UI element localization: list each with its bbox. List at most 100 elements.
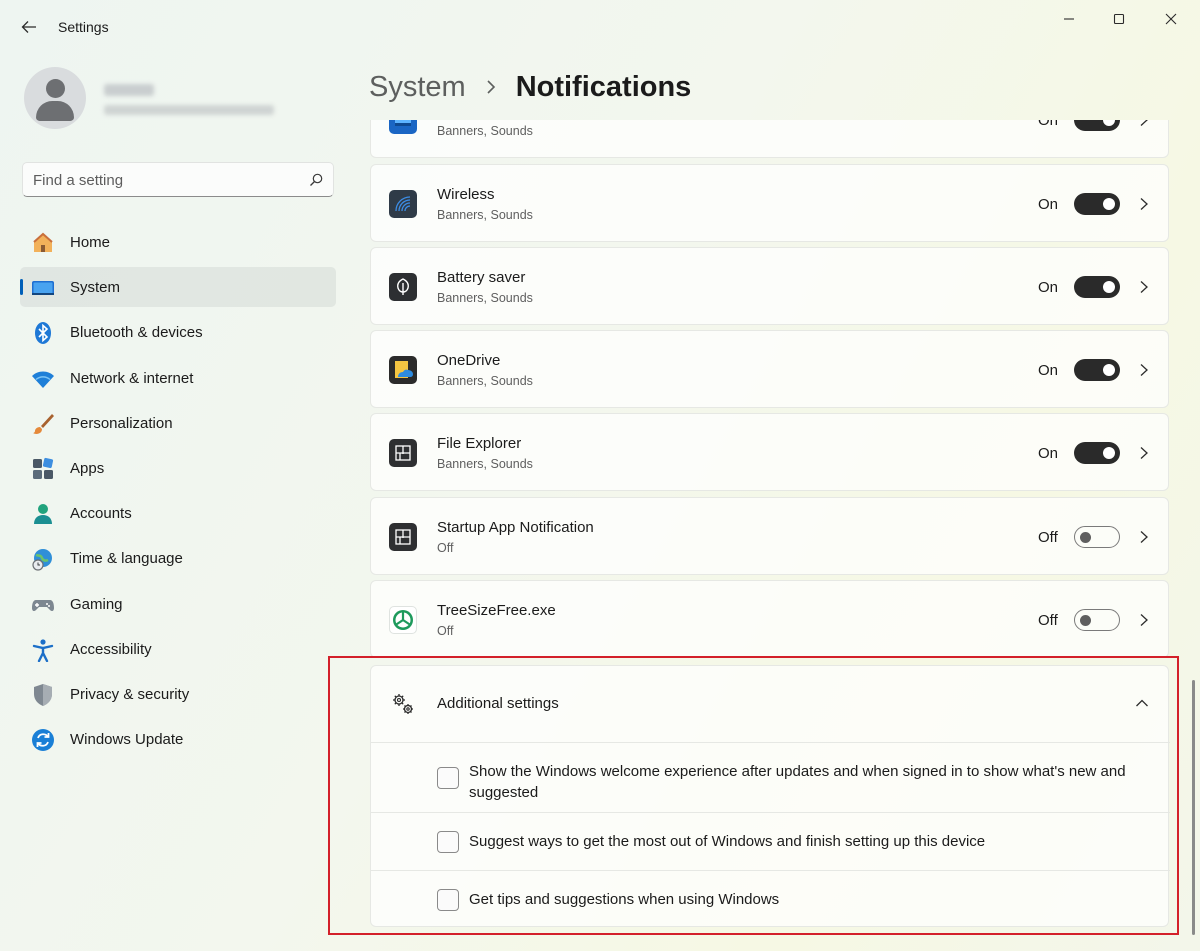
apps-icon <box>31 457 55 481</box>
globe-clock-icon <box>31 547 55 571</box>
app-notification-types: Banners, Sounds <box>437 208 533 222</box>
sidebar-item-accessibility[interactable]: Accessibility <box>20 629 336 669</box>
title-bar: Settings <box>0 0 1200 52</box>
sidebar-item-label: Personalization <box>70 414 173 432</box>
toggle-state-label: Off <box>1038 612 1058 629</box>
sidebar-item-network[interactable]: Network & internet <box>20 358 336 398</box>
update-icon <box>31 728 55 752</box>
app-name: Battery saver <box>437 269 526 286</box>
notification-toggle[interactable] <box>1074 193 1120 215</box>
maximize-icon <box>1113 13 1125 25</box>
app-notification-row[interactable]: File Explorer Banners, Sounds On <box>370 413 1169 491</box>
app-notification-types: Banners, Sounds <box>437 124 533 138</box>
chevron-right-icon[interactable] <box>1138 280 1150 294</box>
sidebar-item-apps[interactable]: Apps <box>20 448 336 488</box>
maximize-button[interactable] <box>1096 6 1142 32</box>
battery-saver-icon <box>389 273 417 301</box>
app-notification-row[interactable]: Battery saver Banners, Sounds On <box>370 247 1169 325</box>
sidebar-item-label: Gaming <box>70 595 123 613</box>
sidebar-item-label: System <box>70 279 121 297</box>
app-notification-types: Banners, Sounds <box>437 291 533 305</box>
chevron-right-icon[interactable] <box>1138 446 1150 460</box>
close-icon <box>1165 13 1177 25</box>
toggle-state-label: Off <box>1038 529 1058 546</box>
sidebar-item-gaming[interactable]: Gaming <box>20 584 336 624</box>
breadcrumb: System Notifications <box>369 66 691 108</box>
app-name: File Explorer <box>437 435 522 452</box>
settings-window: Settings Home <box>0 0 1200 951</box>
wireless-icon <box>389 190 417 218</box>
app-name: TreeSizeFree.exe <box>437 602 556 619</box>
sidebar-item-label: Bluetooth & devices <box>70 324 203 342</box>
close-button[interactable] <box>1148 6 1194 32</box>
app-notification-row[interactable]: Wireless Banners, Sounds On <box>370 164 1169 242</box>
sidebar-item-privacy[interactable]: Privacy & security <box>20 674 336 714</box>
back-button[interactable] <box>16 14 42 40</box>
avatar[interactable] <box>24 67 86 129</box>
scrollbar[interactable] <box>1192 680 1195 935</box>
search-icon[interactable] <box>308 172 324 188</box>
app-icon <box>389 120 417 134</box>
sidebar-nav: Home System Bluetooth & devices Network … <box>20 222 336 764</box>
toggle-knob <box>1080 532 1091 543</box>
home-icon <box>31 231 55 255</box>
system-icon <box>31 276 55 300</box>
app-notification-types: Banners, Sounds <box>437 457 533 471</box>
app-notification-types: Off <box>437 541 454 555</box>
toggle-state-label: On <box>1038 445 1059 462</box>
sidebar-item-time-language[interactable]: Time & language <box>20 538 336 578</box>
back-arrow-icon <box>21 21 36 33</box>
app-title: Settings <box>58 19 109 35</box>
sidebar-item-label: Privacy & security <box>70 685 190 703</box>
sidebar-item-accounts[interactable]: Accounts <box>20 493 336 533</box>
chevron-right-icon[interactable] <box>1138 530 1150 544</box>
app-notification-types: Off <box>437 624 454 638</box>
notification-toggle[interactable] <box>1074 276 1120 298</box>
notification-toggle[interactable] <box>1074 359 1120 381</box>
notification-toggle[interactable] <box>1074 526 1120 548</box>
wifi-icon <box>31 367 55 391</box>
toggle-state-label: On <box>1038 362 1059 379</box>
chevron-right-icon <box>486 77 500 97</box>
page-title: Notifications <box>515 70 692 103</box>
toggle-knob <box>1103 120 1115 126</box>
notification-toggle[interactable] <box>1074 120 1120 131</box>
chevron-right-icon[interactable] <box>1138 363 1150 377</box>
sidebar-item-label: Accessibility <box>70 640 152 658</box>
breadcrumb-parent[interactable]: System <box>369 71 466 104</box>
notification-toggle[interactable] <box>1074 442 1120 464</box>
sidebar-item-label: Home <box>70 234 111 251</box>
app-notification-row[interactable]: OneDrive Banners, Sounds On <box>370 330 1169 408</box>
file-explorer-icon <box>389 439 417 467</box>
minimize-icon <box>1064 18 1074 20</box>
onedrive-icon <box>389 356 417 384</box>
toggle-state-label: On <box>1038 279 1059 296</box>
sidebar-item-label: Time & language <box>70 550 183 568</box>
sidebar-item-system[interactable]: System <box>20 267 336 308</box>
sidebar-item-bluetooth[interactable]: Bluetooth & devices <box>20 312 336 352</box>
highlight-box <box>328 656 1179 935</box>
notification-toggle[interactable] <box>1074 609 1120 631</box>
sidebar-item-home[interactable]: Home <box>20 222 336 262</box>
sidebar-item-label: Accounts <box>70 505 132 523</box>
search-input[interactable] <box>33 170 293 190</box>
user-name-redacted <box>104 84 154 96</box>
chevron-right-icon[interactable] <box>1138 613 1150 627</box>
sidebar-item-personalization[interactable]: Personalization <box>20 403 336 443</box>
chevron-right-icon[interactable] <box>1138 197 1150 211</box>
app-notification-row[interactable]: Startup App Notification Off Off <box>370 497 1169 575</box>
sidebar-item-label: Windows Update <box>70 731 184 749</box>
avatar-head <box>46 79 65 98</box>
search-box[interactable] <box>22 162 334 197</box>
chevron-right-icon[interactable] <box>1138 120 1150 127</box>
app-notification-row[interactable]: Banners, Sounds On <box>370 120 1169 158</box>
toggle-knob <box>1103 281 1115 293</box>
sidebar-item-label: Apps <box>70 459 105 477</box>
app-notification-row[interactable]: TreeSizeFree.exe Off Off <box>370 580 1169 658</box>
sidebar-item-windows-update[interactable]: Windows Update <box>20 719 336 759</box>
toggle-knob <box>1103 447 1115 459</box>
startup-app-icon <box>389 523 417 551</box>
minimize-button[interactable] <box>1046 6 1092 32</box>
avatar-body <box>36 101 74 121</box>
treesize-icon <box>389 606 417 634</box>
